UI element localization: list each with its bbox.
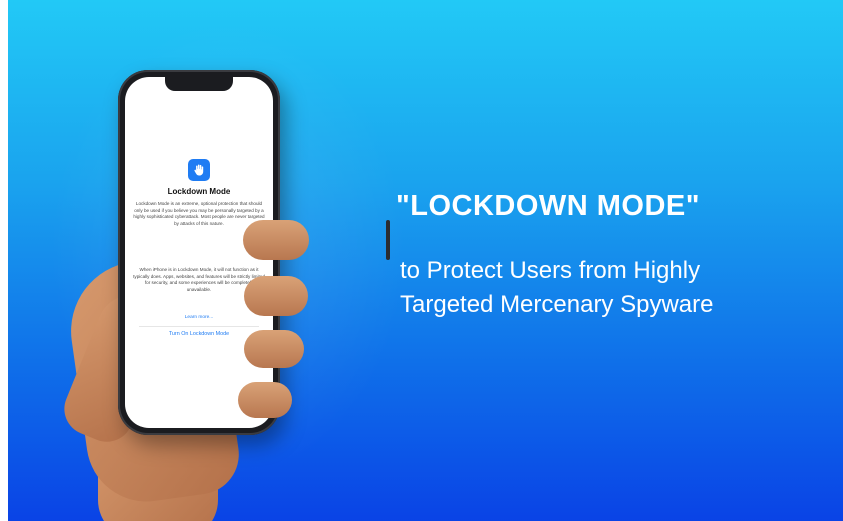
subheadline: to Protect Users from Highly Targeted Me… — [400, 254, 840, 322]
learn-more-link[interactable]: Learn more... — [133, 315, 265, 320]
little-finger — [238, 382, 292, 418]
lockdown-mode-title: Lockdown Mode — [167, 187, 231, 196]
phone-side-button — [386, 220, 390, 260]
lockdown-description-1: Lockdown Mode is an extreme, optional pr… — [133, 201, 265, 226]
ring-finger — [244, 330, 304, 368]
turn-on-lockdown-button[interactable]: Turn On Lockdown Mode — [133, 331, 265, 337]
subheadline-line-1: to Protect Users from Highly — [400, 257, 701, 284]
raised-hand-icon — [188, 159, 210, 181]
headline: "LOCKDOWN MODE" — [396, 190, 701, 222]
raised-hand-glyph — [194, 164, 204, 176]
blue-gradient-background: Lockdown Mode Lockdown Mode is an extrem… — [8, 0, 843, 521]
index-finger — [243, 220, 309, 260]
phone-notch — [165, 77, 233, 91]
divider — [139, 326, 259, 327]
middle-finger — [244, 276, 308, 316]
banner-image: Lockdown Mode Lockdown Mode is an extrem… — [0, 0, 843, 521]
subheadline-line-2: Targeted Mercenary Spyware — [400, 291, 714, 318]
